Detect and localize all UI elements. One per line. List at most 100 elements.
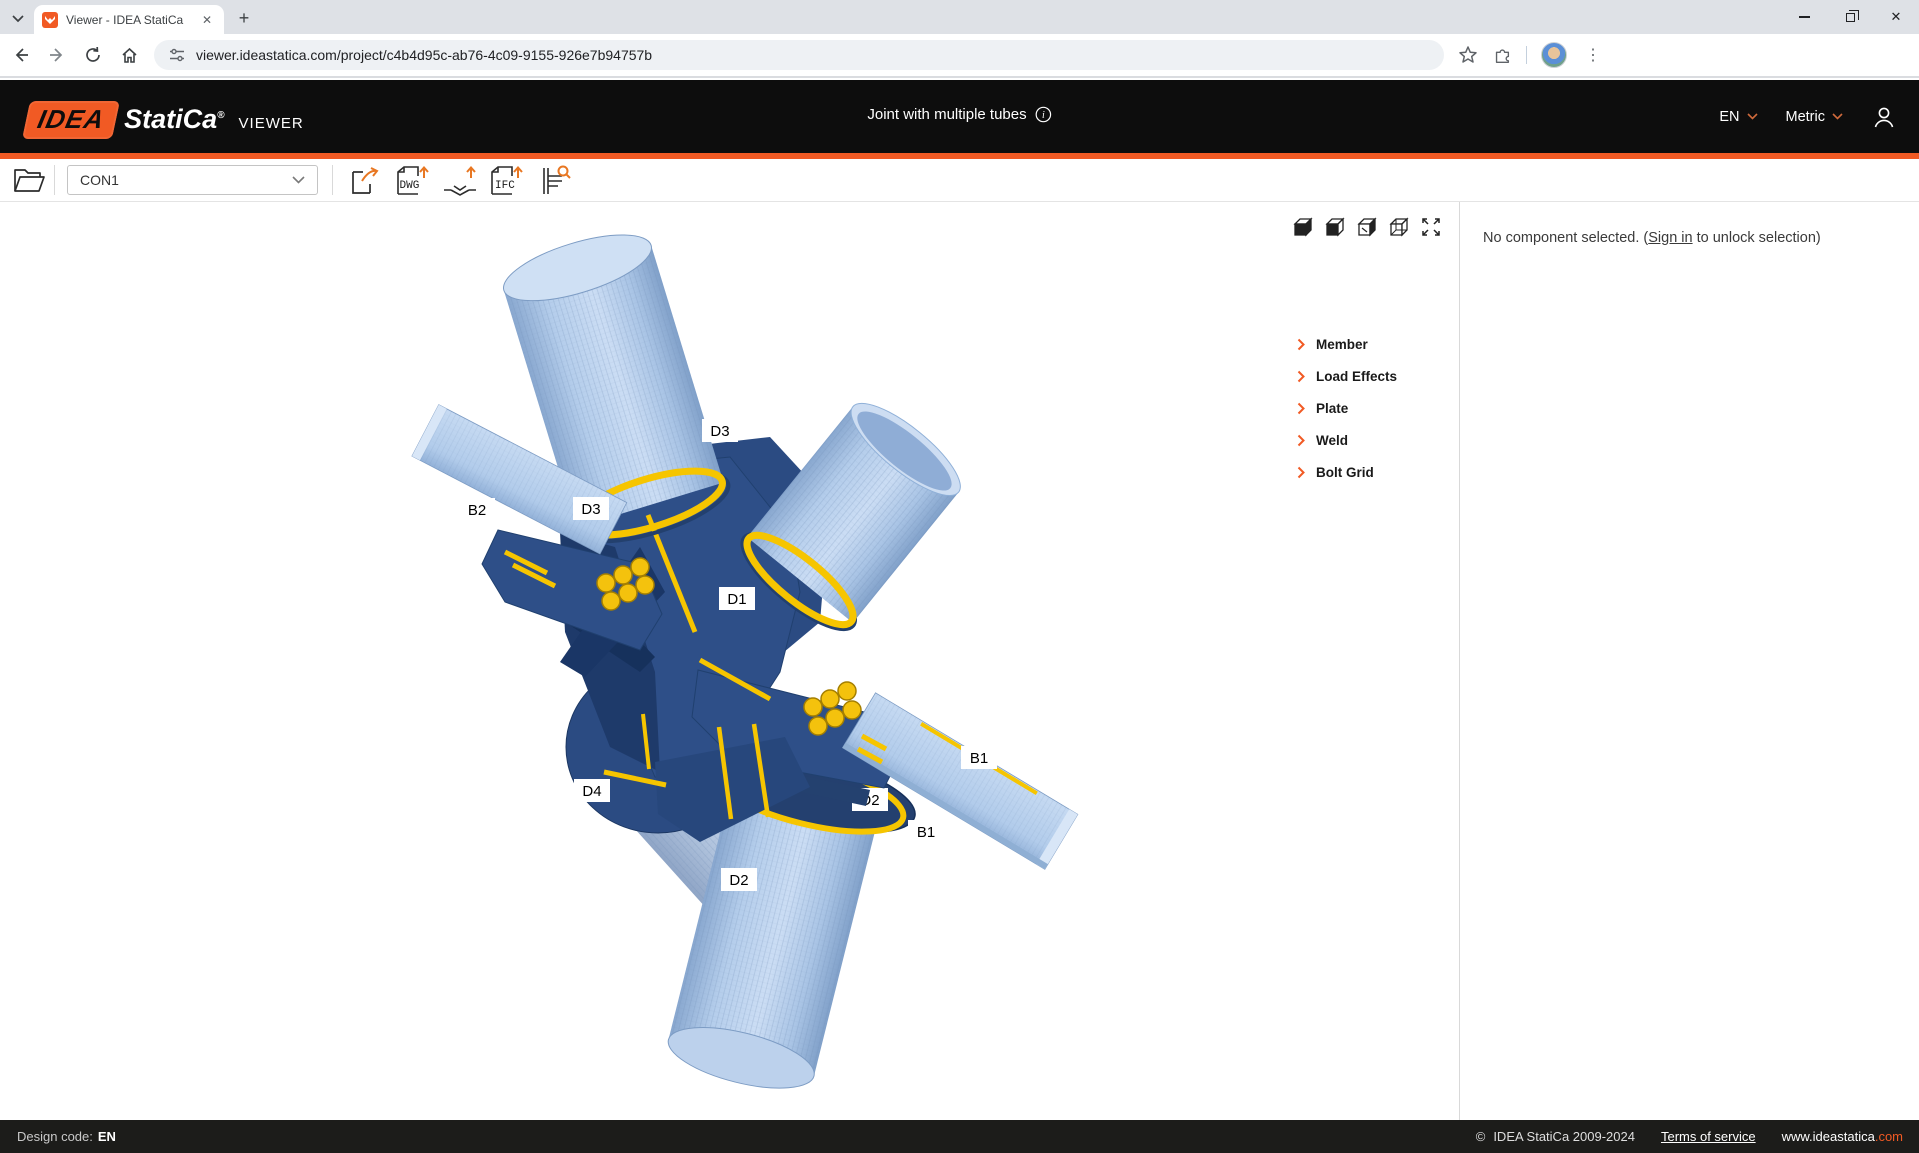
tab-strip: Viewer - IDEA StatiCa ✕ + ✕ — [0, 0, 1919, 34]
chevron-right-icon — [1297, 466, 1305, 479]
logo-viewer-text: VIEWER — [239, 115, 304, 132]
window-minimize-button[interactable] — [1781, 0, 1827, 34]
info-icon[interactable]: i — [1035, 106, 1052, 123]
export-weld-button[interactable] — [441, 161, 479, 199]
svg-text:DWG: DWG — [400, 180, 420, 192]
tree-item-load-effects[interactable]: Load Effects — [1297, 360, 1455, 392]
svg-text:D1: D1 — [727, 591, 746, 608]
view-shaded-button[interactable] — [1323, 215, 1347, 239]
chevron-right-icon — [1297, 434, 1305, 447]
tab-search-button[interactable] — [6, 6, 30, 30]
back-button[interactable] — [6, 40, 36, 70]
open-folder-icon — [13, 167, 45, 193]
svg-text:D4: D4 — [582, 783, 601, 800]
connection-search-icon — [536, 164, 572, 196]
view-solid-button[interactable] — [1291, 215, 1315, 239]
selection-status: No component selected. (Sign in to unloc… — [1460, 202, 1919, 246]
extensions-icon[interactable] — [1492, 45, 1512, 65]
tree-item-weld[interactable]: Weld — [1297, 424, 1455, 456]
connection-detail-button[interactable] — [535, 161, 573, 199]
units-dropdown[interactable]: Metric — [1786, 109, 1843, 125]
window-close-button[interactable]: ✕ — [1873, 0, 1919, 34]
user-account-icon[interactable] — [1871, 104, 1897, 130]
svg-text:IFC: IFC — [495, 180, 515, 192]
zoom-extents-icon — [1420, 216, 1442, 238]
terms-of-service-link[interactable]: Terms of service — [1661, 1129, 1756, 1144]
reload-icon — [84, 46, 102, 64]
export-drawing-button[interactable] — [347, 161, 385, 199]
view-mode-toolbar — [1291, 215, 1443, 239]
tree-item-member[interactable]: Member — [1297, 328, 1455, 360]
new-tab-button[interactable]: + — [232, 6, 256, 30]
detail-panel: No component selected. (Sign in to unloc… — [1459, 202, 1919, 1120]
browser-tab[interactable]: Viewer - IDEA StatiCa ✕ — [34, 5, 224, 34]
svg-text:D3: D3 — [710, 423, 729, 440]
bookmark-star-icon[interactable] — [1458, 45, 1478, 65]
status-bar: Design code:EN © IDEA StatiCa 2009-2024 … — [0, 1120, 1919, 1153]
idea-statica-logo[interactable]: IDEA StatiCa® VIEWER — [26, 101, 304, 139]
footer-links: © IDEA StatiCa 2009-2024 Terms of servic… — [1476, 1129, 1903, 1144]
window-controls: ✕ — [1781, 0, 1919, 34]
export-icons: DWG IFC — [347, 161, 573, 199]
svg-text:B2: B2 — [468, 502, 486, 519]
design-code: Design code:EN — [17, 1129, 116, 1144]
back-icon — [12, 46, 30, 64]
reload-button[interactable] — [78, 40, 108, 70]
tab-title: Viewer - IDEA StatiCa — [66, 13, 198, 27]
svg-text:D2: D2 — [729, 872, 748, 889]
profile-avatar[interactable] — [1541, 42, 1567, 68]
connection-select[interactable]: CON1 — [67, 165, 318, 195]
view-hidden-line-icon — [1356, 216, 1378, 238]
tree-item-bolt-grid[interactable]: Bolt Grid — [1297, 456, 1455, 488]
minimize-icon — [1799, 16, 1810, 17]
chevron-right-icon — [1297, 370, 1305, 383]
viewer-toolbar: CON1 DWG IFC — [0, 159, 1919, 202]
copyright-text: © IDEA StatiCa 2009-2024 — [1476, 1129, 1635, 1144]
header-controls: EN Metric — [1719, 80, 1897, 153]
tree-item-plate[interactable]: Plate — [1297, 392, 1455, 424]
home-button[interactable] — [114, 40, 144, 70]
component-tree: Member Load Effects Plate Weld Bolt Grid — [1297, 328, 1455, 488]
weld-export-icon — [442, 164, 478, 196]
view-wireframe-icon — [1388, 216, 1410, 238]
open-project-button[interactable] — [10, 161, 48, 199]
view-wireframe-button[interactable] — [1387, 215, 1411, 239]
restore-icon — [1846, 13, 1855, 22]
home-icon — [120, 46, 139, 65]
zoom-extents-button[interactable] — [1419, 215, 1443, 239]
view-hidden-line-button[interactable] — [1355, 215, 1379, 239]
chevron-down-icon — [292, 176, 305, 184]
website-tld: .com — [1875, 1129, 1903, 1144]
divider — [54, 165, 55, 195]
connection-select-value: CON1 — [80, 172, 292, 188]
website-link[interactable]: www.ideastatica.com — [1782, 1129, 1903, 1144]
browser-toolbar: viewer.ideastatica.com/project/c4b4d95c-… — [0, 34, 1919, 78]
chevron-down-icon — [1832, 113, 1843, 120]
ifc-export-icon: IFC — [489, 164, 525, 196]
view-solid-icon — [1292, 216, 1314, 238]
browser-menu-icon[interactable]: ⋮ — [1581, 45, 1605, 65]
export-ifc-button[interactable]: IFC — [488, 161, 526, 199]
forward-icon — [48, 46, 66, 64]
3d-viewport[interactable]: D2 — [0, 202, 1459, 1120]
app-header: IDEA StatiCa® VIEWER Joint with multiple… — [0, 80, 1919, 153]
logo-idea-mark: IDEA — [22, 101, 120, 139]
export-drawing-icon — [349, 164, 383, 196]
chevron-right-icon — [1297, 338, 1305, 351]
divider — [1526, 46, 1527, 64]
sign-in-link[interactable]: Sign in — [1648, 230, 1692, 246]
svg-text:D3: D3 — [581, 501, 600, 518]
url-text[interactable]: viewer.ideastatica.com/project/c4b4d95c-… — [196, 47, 652, 63]
dwg-export-icon: DWG — [395, 164, 431, 196]
language-dropdown[interactable]: EN — [1719, 109, 1757, 125]
window-restore-button[interactable] — [1827, 0, 1873, 34]
chevron-down-icon — [1747, 113, 1758, 120]
forward-button[interactable] — [42, 40, 72, 70]
site-settings-icon[interactable] — [168, 46, 186, 64]
export-dwg-button[interactable]: DWG — [394, 161, 432, 199]
chevron-down-icon — [12, 15, 24, 23]
tab-close-icon[interactable]: ✕ — [198, 11, 216, 29]
browser-actions: ⋮ — [1458, 42, 1605, 68]
address-bar[interactable]: viewer.ideastatica.com/project/c4b4d95c-… — [154, 40, 1444, 70]
svg-text:i: i — [1042, 110, 1045, 121]
